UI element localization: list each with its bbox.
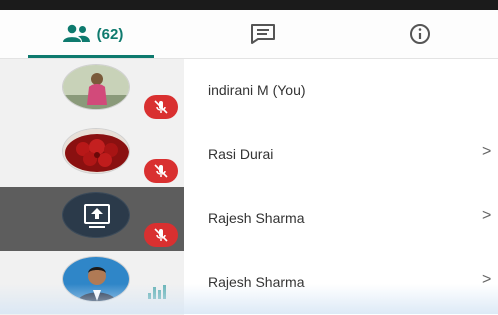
audio-level-icon	[148, 285, 166, 299]
mute-badge	[144, 95, 178, 119]
chevron-right-icon[interactable]: >	[482, 207, 491, 225]
chat-icon	[250, 24, 275, 44]
participant-info: Rajesh Sharma >	[184, 187, 498, 251]
mute-badge	[144, 159, 178, 183]
people-icon	[62, 24, 90, 42]
participant-name: Rajesh Sharma	[208, 274, 305, 290]
avatar	[62, 256, 130, 302]
tab-participants[interactable]: (62)	[0, 10, 184, 58]
status-bar	[0, 0, 498, 10]
mute-badge	[144, 223, 178, 247]
mic-off-icon	[154, 164, 168, 178]
participant-tile	[0, 187, 184, 251]
participant-row[interactable]: Rajesh Sharma >	[0, 251, 498, 315]
participant-tile	[0, 123, 184, 187]
participant-tile	[0, 59, 184, 123]
participant-info: Rasi Durai >	[184, 123, 498, 187]
avatar	[62, 128, 130, 174]
avatar	[62, 192, 130, 238]
participant-row[interactable]: indirani M (You)	[0, 59, 498, 123]
participant-info: Rajesh Sharma >	[184, 251, 498, 315]
tab-info[interactable]	[341, 10, 498, 58]
mic-off-icon	[154, 228, 168, 242]
participant-row[interactable]: Rasi Durai >	[0, 123, 498, 187]
participant-row[interactable]: Rajesh Sharma >	[0, 187, 498, 251]
avatar	[62, 64, 130, 110]
chevron-right-icon[interactable]: >	[482, 143, 491, 161]
participant-name: Rasi Durai	[208, 146, 274, 162]
tab-bar: (62)	[0, 10, 498, 59]
participant-info: indirani M (You)	[184, 59, 498, 123]
tab-chat[interactable]	[184, 10, 341, 58]
participant-name: indirani M (You)	[208, 82, 306, 98]
participant-name: Rajesh Sharma	[208, 210, 305, 226]
mic-off-icon	[154, 100, 168, 114]
participants-count: (62)	[96, 25, 124, 43]
info-icon	[409, 24, 430, 44]
participant-list: indirani M (You) Rasi Durai > Rajesh Sha…	[0, 59, 498, 315]
chevron-right-icon[interactable]: >	[482, 271, 491, 289]
presentation-icon	[63, 193, 129, 237]
participant-tile	[0, 251, 184, 315]
active-tab-indicator	[28, 55, 154, 58]
